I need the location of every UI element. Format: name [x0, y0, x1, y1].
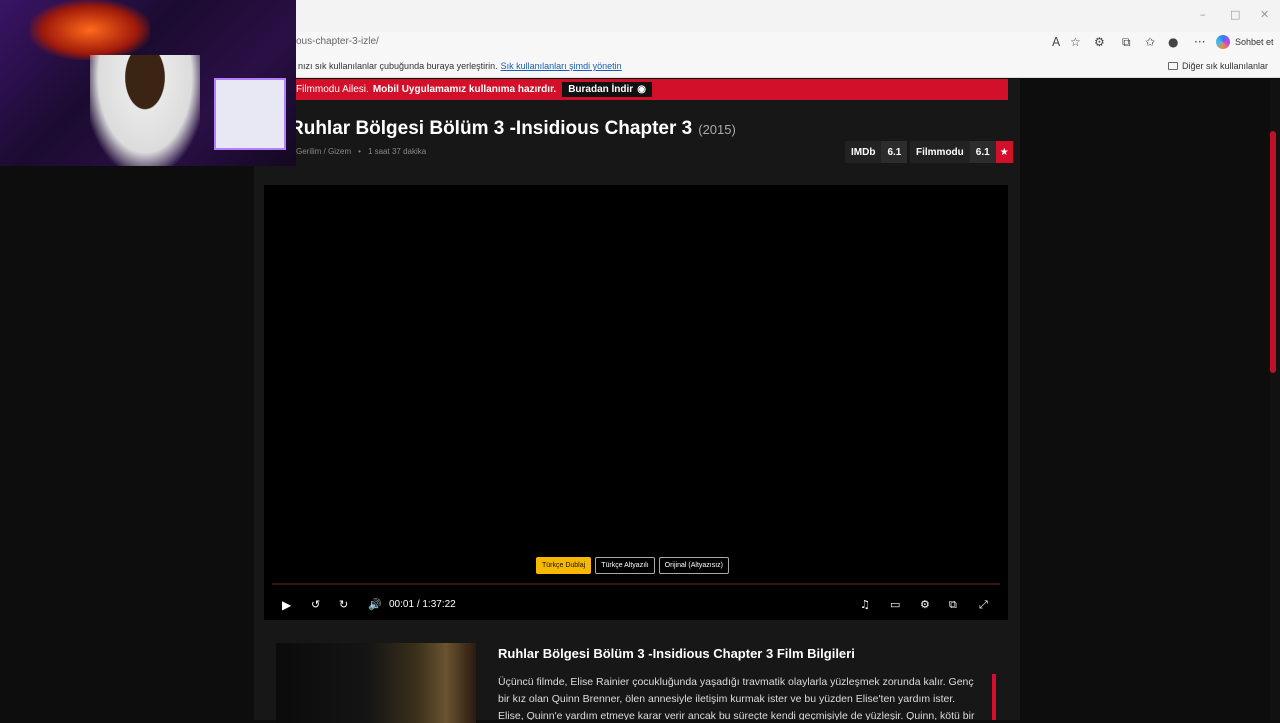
pip-icon[interactable]: ⧉ — [949, 598, 957, 612]
copilot-button[interactable]: Sohbet et — [1216, 35, 1274, 49]
lang-original[interactable]: Orijinal (Altyazısız) — [658, 557, 729, 574]
extensions-icon[interactable]: ⚙ — [1094, 35, 1105, 49]
url-text[interactable]: ous-chapter-3-izle/ — [296, 36, 379, 47]
scrollbar-thumb[interactable] — [1270, 131, 1276, 373]
manage-bookmarks-link[interactable]: Sık kullanılanları şimdi yönetin — [501, 61, 622, 71]
page-title: Ruhlar Bölgesi Bölüm 3 -Insidious Chapte… — [290, 118, 693, 139]
read-aloud-icon[interactable]: A — [1052, 35, 1060, 49]
more-menu-icon[interactable]: ··· — [1194, 35, 1205, 49]
fullscreen-icon[interactable]: ⤢ — [979, 598, 988, 612]
app-banner: Filmmodu Ailesi. Mobil Uygulamamız kulla… — [296, 79, 1008, 100]
imdb-score: 6.1 — [881, 141, 908, 163]
webcam-pc-case — [214, 78, 286, 150]
player-controls: ▶ ↺ ↻ 🔊 00:01 / 1:37:22 ♫ ▭ ⚙ ⧉ ⤢ — [264, 595, 1008, 617]
webcam-background-light — [30, 0, 150, 60]
movie-title-row: Ruhlar Bölgesi Bölüm 3 -Insidious Chapte… — [290, 118, 736, 140]
maximize-icon[interactable]: □ — [1230, 8, 1240, 21]
forward-10-icon[interactable]: ↻ — [339, 598, 348, 611]
film-info-section: Ruhlar Bölgesi Bölüm 3 -Insidious Chapte… — [264, 629, 1008, 723]
close-icon[interactable]: ✕ — [1260, 8, 1269, 21]
other-bookmarks[interactable]: Diğer sık kullanılanlar — [1167, 61, 1268, 71]
favorite-star-icon[interactable]: ☆ — [1070, 35, 1081, 49]
current-time: 00:01 — [389, 599, 415, 610]
audio-headphones-icon[interactable]: ♫ — [860, 598, 870, 611]
favorites-icon[interactable]: ✩ — [1145, 35, 1155, 49]
movie-meta: Gerilim / Gizem • 1 saat 37 dakika — [296, 147, 426, 156]
time-display: 00:01 / 1:37:22 — [389, 599, 456, 610]
other-bookmarks-label: Diğer sık kullanılanlar — [1181, 61, 1268, 71]
video-player[interactable]: Türkçe Dublaj Türkçe Altyazılı Orijinal … — [264, 185, 1008, 620]
download-app-button[interactable]: Buradan İndir ◉ — [562, 82, 652, 97]
split-screen-icon[interactable]: ⧉ — [1122, 35, 1131, 50]
film-info-heading: Ruhlar Bölgesi Bölüm 3 -Insidious Chapte… — [498, 646, 855, 661]
bookmarks-prompt-text: nızı sık kullanılanlar çubuğunda buraya … — [298, 61, 498, 71]
site-rating-label: Filmmodu — [916, 146, 964, 158]
webcam-person — [90, 55, 200, 166]
site-rating-score: 6.1 — [969, 141, 996, 163]
minimize-icon[interactable]: – — [1200, 8, 1206, 21]
download-label: Buradan İndir — [568, 84, 634, 95]
movie-duration: 1 saat 37 dakika — [367, 147, 427, 156]
rewind-10-icon[interactable]: ↺ — [311, 598, 320, 611]
time-separator: / — [416, 599, 420, 610]
captions-icon[interactable]: ▭ — [890, 598, 900, 611]
volume-icon[interactable]: 🔊 — [368, 598, 382, 611]
site-rating[interactable]: Filmmodu 6.1 ★ — [910, 141, 1013, 163]
imdb-rating: IMDb 6.1 — [845, 141, 908, 163]
banner-text: Filmmodu Ailesi. — [296, 84, 369, 95]
description-scroll-indicator — [992, 674, 996, 720]
copilot-label: Sohbet et — [1235, 37, 1274, 47]
android-icon: ◉ — [637, 84, 646, 95]
progress-bar[interactable] — [272, 583, 1000, 585]
profile-avatar-icon[interactable]: ● — [1168, 35, 1178, 49]
movie-genres[interactable]: Gerilim / Gizem — [296, 147, 351, 156]
settings-icon[interactable]: ⚙ — [920, 598, 930, 611]
copilot-icon — [1216, 35, 1230, 49]
lang-turkish-sub[interactable]: Türkçe Altyazılı — [595, 557, 655, 574]
folder-icon — [1167, 62, 1178, 70]
movie-year: (2015) — [698, 122, 736, 137]
star-icon[interactable]: ★ — [995, 141, 1013, 163]
language-selector: Türkçe Dublaj Türkçe Altyazılı Orijinal … — [536, 557, 729, 574]
movie-poster — [276, 643, 476, 723]
lang-turkish-dub[interactable]: Türkçe Dublaj — [536, 557, 592, 574]
webcam-overlay — [0, 0, 296, 166]
total-time: 1:37:22 — [422, 599, 456, 610]
banner-bold-text: Mobil Uygulamamız kullanıma hazırdır. — [372, 84, 557, 95]
play-icon[interactable]: ▶ — [282, 598, 291, 612]
meta-dot: • — [358, 147, 361, 156]
film-description: Üçüncü filmde, Elise Rainier çocukluğund… — [498, 676, 975, 720]
imdb-label: IMDb — [851, 146, 876, 158]
bookmarks-prompt: nızı sık kullanılanlar çubuğunda buraya … — [298, 61, 622, 71]
